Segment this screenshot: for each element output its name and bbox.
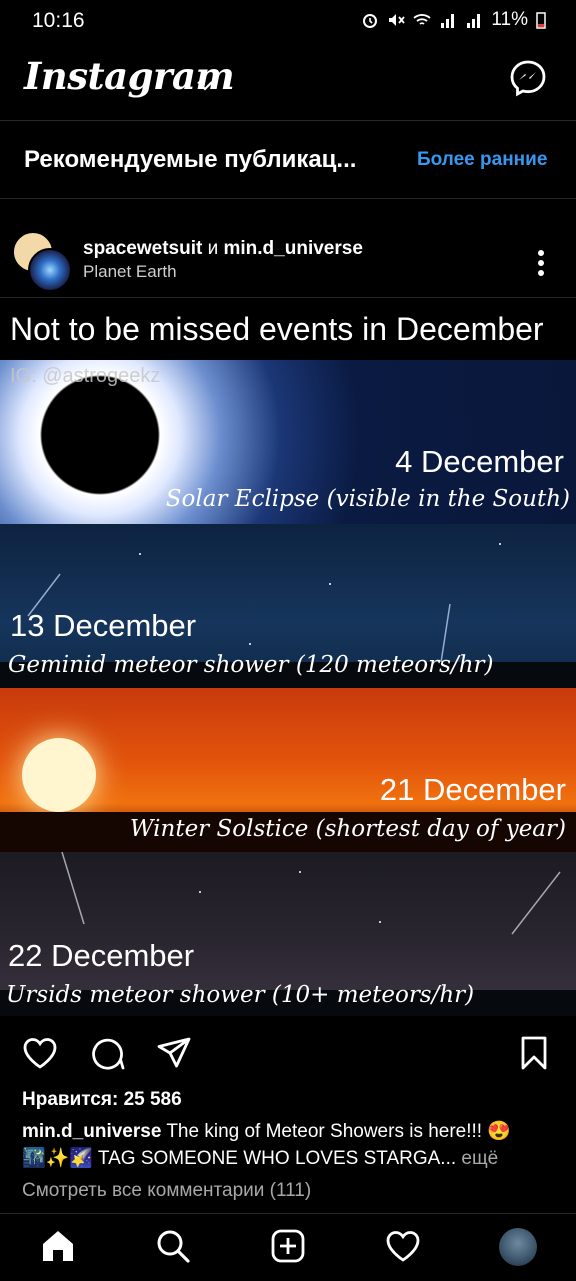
status-bar: 10:16 11% xyxy=(0,0,576,40)
panel-solar-eclipse: IG: @astrogeekz 4 December Solar Eclipse… xyxy=(0,360,576,524)
caption-text-1: The king of Meteor Showers is here!!! 😍 xyxy=(161,1121,512,1142)
like-heart-icon[interactable] xyxy=(22,1035,58,1071)
panel-date: 13 December xyxy=(10,608,197,643)
post-authors[interactable]: spacewetsuit и min.d_universe xyxy=(83,238,363,260)
panel-ursids: 22 December Ursids meteor shower (10+ me… xyxy=(0,852,576,1016)
messenger-icon[interactable] xyxy=(508,58,548,98)
post-location[interactable]: Planet Earth xyxy=(83,262,177,282)
share-send-icon[interactable] xyxy=(156,1035,192,1071)
signal-icon xyxy=(441,14,455,28)
author-2[interactable]: min.d_universe xyxy=(224,238,363,259)
activity-heart-icon[interactable] xyxy=(385,1228,421,1264)
panel-description: Ursids meteor shower (10+ meteors/hr) xyxy=(6,982,475,1008)
battery-percent: 11% xyxy=(491,9,528,30)
likes-count[interactable]: Нравится: 25 586 xyxy=(22,1089,182,1111)
alarm-icon xyxy=(363,14,378,28)
signal-icon-2 xyxy=(467,14,481,28)
home-icon[interactable] xyxy=(40,1228,76,1264)
panel-winter-solstice: 21 December Winter Solstice (shortest da… xyxy=(0,688,576,852)
author-conjunction: и xyxy=(202,238,224,259)
view-comments-link[interactable]: Смотреть все комментарии (111) xyxy=(22,1180,311,1202)
chevron-down-icon[interactable] xyxy=(196,80,214,92)
more-options-icon[interactable] xyxy=(537,248,545,278)
caption-username[interactable]: min.d_universe xyxy=(22,1121,161,1142)
avatar-min-d-universe[interactable] xyxy=(28,248,72,292)
panel-description: Geminid meteor shower (120 meteors/hr) xyxy=(8,652,494,678)
wifi-icon xyxy=(413,14,431,25)
status-time: 10:16 xyxy=(32,9,85,32)
search-icon[interactable] xyxy=(155,1228,191,1264)
save-bookmark-icon[interactable] xyxy=(516,1035,552,1071)
caption-more-link[interactable]: ещё xyxy=(456,1148,498,1169)
older-posts-link[interactable]: Более ранние xyxy=(417,149,547,171)
status-icons: 11% xyxy=(361,9,546,31)
create-post-icon[interactable] xyxy=(270,1228,306,1264)
panel-description: Winter Solstice (shortest day of year) xyxy=(129,816,566,842)
section-divider xyxy=(0,198,576,199)
author-1[interactable]: spacewetsuit xyxy=(83,238,202,259)
post-image[interactable]: Not to be missed events in December IG: … xyxy=(0,298,576,1016)
caption-line-1: min.d_universe The king of Meteor Shower… xyxy=(22,1119,511,1143)
panel-date: 22 December xyxy=(8,938,195,973)
panel-date: 4 December xyxy=(395,444,564,479)
panel-geminids: 13 December Geminid meteor shower (120 m… xyxy=(0,524,576,688)
header-divider xyxy=(0,120,576,121)
caption-line-2: 🌃✨🌠 TAG SOMEONE WHO LOVES STARGA... ещё xyxy=(22,1146,498,1170)
profile-avatar[interactable] xyxy=(499,1228,537,1266)
sun-graphic xyxy=(22,738,96,812)
caption-text-2: 🌃✨🌠 TAG SOMEONE WHO LOVES STARGA... xyxy=(22,1148,457,1169)
panel-description: Solar Eclipse (visible in the South) xyxy=(165,486,570,512)
mute-icon xyxy=(389,14,406,26)
recommended-title: Рекомендуемые публикац... xyxy=(24,146,357,173)
comment-icon[interactable] xyxy=(90,1035,126,1071)
battery-icon xyxy=(536,12,546,29)
image-watermark: IG: @astrogeekz xyxy=(10,365,161,387)
bottom-nav xyxy=(0,1213,576,1281)
panel-date: 21 December xyxy=(379,772,566,807)
image-title: Not to be missed events in December xyxy=(10,311,544,347)
